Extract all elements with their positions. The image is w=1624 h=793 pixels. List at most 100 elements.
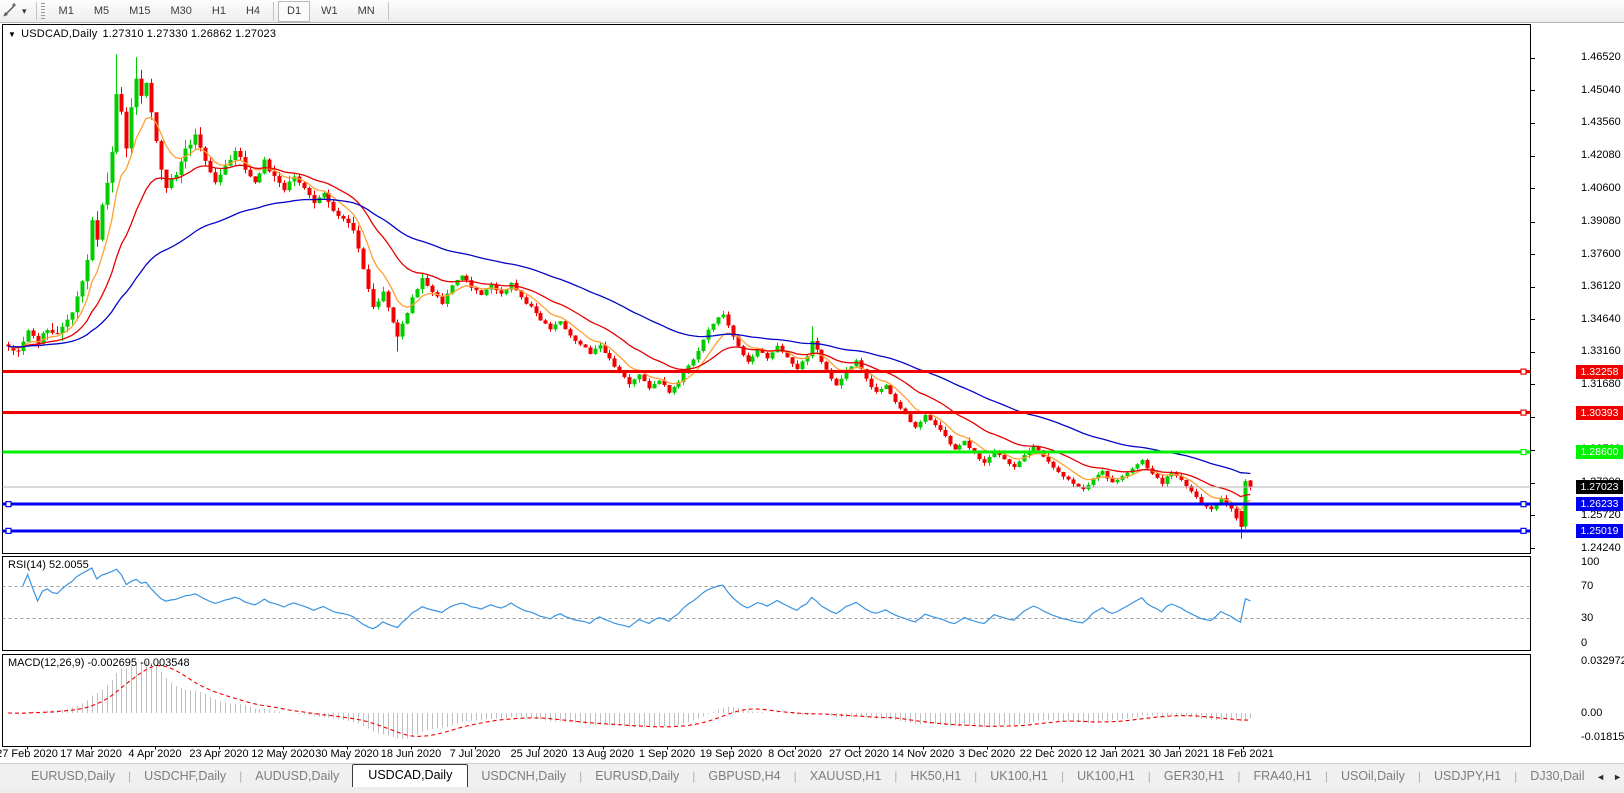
- hline-price-tag: 1.26233: [1576, 497, 1623, 511]
- hline-right-handle[interactable]: [1521, 528, 1526, 533]
- candle-up: [135, 79, 139, 108]
- hline-right-handle[interactable]: [1521, 450, 1526, 455]
- timeframe-button-h4[interactable]: H4: [237, 1, 269, 22]
- chart-tab-uk100-h1[interactable]: UK100,H1: [977, 766, 1061, 787]
- candle-up: [1166, 476, 1170, 484]
- chart-tab-eurusd-daily[interactable]: EURUSD,Daily: [582, 766, 692, 787]
- rsi-panel-frame: [3, 557, 1531, 651]
- chart-tab-usdcad-daily[interactable]: USDCAD,Daily: [352, 764, 468, 787]
- candle-up: [401, 324, 405, 337]
- candle-down: [278, 176, 282, 183]
- candle-down: [1013, 464, 1017, 467]
- timeframe-button-w1[interactable]: W1: [312, 1, 347, 22]
- candle-up: [485, 289, 489, 295]
- date-tick-label: 8 Oct 2020: [768, 748, 822, 760]
- candle-down: [894, 394, 898, 402]
- candle-down: [949, 436, 953, 444]
- chart-tab-audusd-daily[interactable]: AUDUSD,Daily: [242, 766, 352, 787]
- chart-tab-fra40-h1[interactable]: FRA40,H1: [1240, 766, 1324, 787]
- timeframe-button-m30[interactable]: M30: [162, 1, 201, 22]
- candle-down: [968, 441, 972, 448]
- hline-right-handle[interactable]: [1521, 369, 1526, 374]
- window-bottom-strip: [0, 787, 1624, 793]
- hline-left-handle[interactable]: [6, 528, 11, 533]
- candle-up: [180, 162, 184, 175]
- candle-down: [367, 269, 371, 289]
- chart-tab-usdcnh-daily[interactable]: USDCNH,Daily: [468, 766, 579, 787]
- timeframe-button-m15[interactable]: M15: [120, 1, 159, 22]
- candle-up: [653, 384, 657, 388]
- date-tick-label: 12 May 2020: [251, 748, 315, 760]
- chart-tab-gbpusd-h4[interactable]: GBPUSD,H4: [695, 766, 793, 787]
- candle-up: [258, 173, 262, 182]
- chart-tab-usdchf-daily[interactable]: USDCHF,Daily: [131, 766, 239, 787]
- symbol-label: USDCAD,Daily: [21, 28, 97, 40]
- hline-price-tag: 1.28600: [1576, 445, 1623, 459]
- price-chart-canvas[interactable]: [0, 0, 1624, 793]
- price-tick-label: 1.37600: [1581, 248, 1621, 260]
- candle-down: [239, 151, 243, 157]
- candle-down: [204, 148, 208, 161]
- candle-up: [633, 379, 637, 384]
- timeframe-button-m5[interactable]: M5: [85, 1, 118, 22]
- timeframe-button-h1[interactable]: H1: [203, 1, 235, 22]
- candle-down: [465, 276, 469, 280]
- candle-down: [889, 385, 893, 394]
- ohlc-open: 1.27310: [102, 28, 143, 40]
- candle-down: [530, 304, 534, 307]
- symbol-collapse-icon[interactable]: ▼: [8, 30, 16, 39]
- ohlc-low: 1.26862: [191, 28, 232, 40]
- candle-up: [377, 301, 381, 307]
- candle-up: [219, 175, 223, 183]
- chart-tab-hk50-h1[interactable]: HK50,H1: [897, 766, 974, 787]
- timeframe-buttons: M1M5M15M30H1H4 D1W1MN: [49, 1, 392, 22]
- candle-down: [500, 290, 504, 293]
- candle-up: [1101, 471, 1105, 475]
- date-tick-label: 13 Aug 2020: [572, 748, 634, 760]
- timeframe-button-d1[interactable]: D1: [278, 1, 310, 22]
- candle-up: [416, 289, 420, 297]
- bid-price-tag: 1.27023: [1576, 480, 1623, 494]
- chart-tab-uk100-h1[interactable]: UK100,H1: [1064, 766, 1148, 787]
- chart-tab-usdjpy-h1[interactable]: USDJPY,H1: [1421, 766, 1514, 787]
- date-tick-label: 4 Apr 2020: [128, 748, 181, 760]
- candle-up: [638, 375, 642, 380]
- date-tick-label: 18 Jun 2020: [381, 748, 442, 760]
- hline-right-handle[interactable]: [1521, 410, 1526, 415]
- candle-down: [303, 183, 307, 188]
- candle-up: [963, 441, 967, 445]
- tab-scroll-right-icon[interactable]: ►: [1613, 772, 1622, 782]
- price-tick-label: 1.46520: [1581, 51, 1621, 63]
- date-tick-label: 27 Oct 2020: [829, 748, 889, 760]
- candle-up: [1018, 461, 1022, 467]
- rsi-level-label: 0: [1581, 637, 1587, 649]
- hline-left-handle[interactable]: [6, 502, 11, 507]
- candle-down: [120, 94, 124, 112]
- candle-down: [441, 296, 445, 303]
- chart-tab-dj30-daily[interactable]: DJ30,Daily: [1517, 766, 1584, 787]
- candle-down: [431, 286, 435, 292]
- chart-tab-xauusd-h1[interactable]: XAUUSD,H1: [797, 766, 895, 787]
- date-tick-label: 27 Feb 2020: [0, 748, 58, 760]
- caret-down-icon[interactable]: ▾: [20, 6, 33, 17]
- candle-down: [648, 381, 652, 388]
- candle-up: [751, 357, 755, 362]
- crosshair-cursor-icon[interactable]: [0, 1, 20, 21]
- macd-level-label: -0.018154: [1581, 731, 1624, 743]
- toolbar-separator: [36, 2, 37, 20]
- chart-tab-eurusd-daily[interactable]: EURUSD,Daily: [18, 766, 128, 787]
- timeframe-button-mn[interactable]: MN: [349, 1, 384, 22]
- tab-scroll-left-icon[interactable]: ◄: [1596, 772, 1605, 782]
- candle-down: [254, 176, 258, 182]
- candle-up: [801, 361, 805, 369]
- chart-tab-usoil-daily[interactable]: USOil,Daily: [1328, 766, 1418, 787]
- candle-up: [988, 457, 992, 463]
- candle-up: [958, 445, 962, 449]
- timeframe-button-m1[interactable]: M1: [50, 1, 83, 22]
- hline-right-handle[interactable]: [1521, 502, 1526, 507]
- chart-tab-ger30-h1[interactable]: GER30,H1: [1151, 766, 1237, 787]
- candle-up: [86, 260, 90, 281]
- candle-down: [564, 321, 568, 329]
- candle-down: [1067, 477, 1071, 480]
- candle-up: [697, 351, 701, 360]
